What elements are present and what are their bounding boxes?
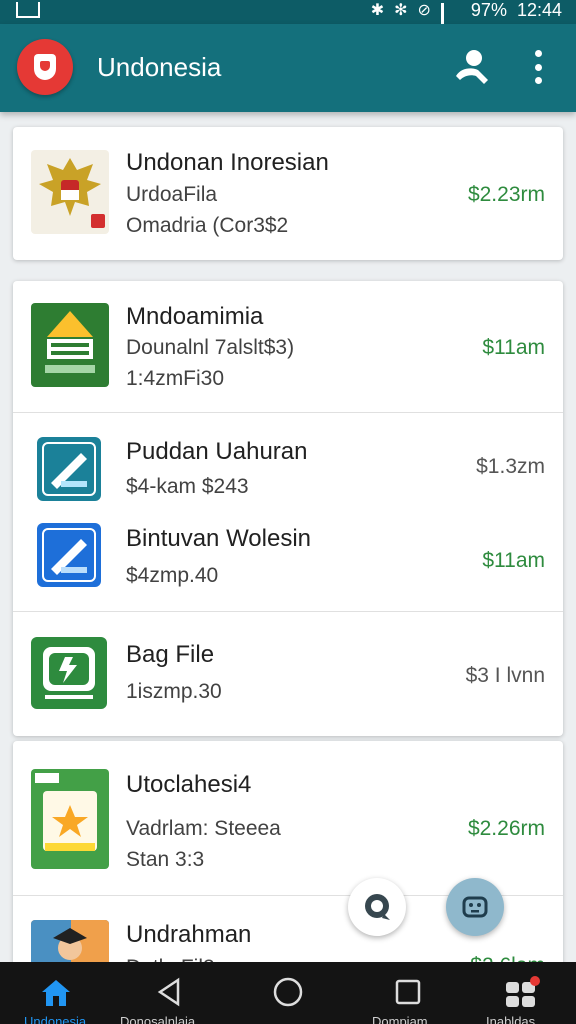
item-subtitle: $4zmp.40 — [126, 564, 219, 587]
back-icon — [157, 977, 180, 1007]
nav-back-label: Donosalnlaia — [120, 1014, 196, 1024]
item-title: Undrahman — [126, 921, 252, 948]
game-button[interactable] — [446, 878, 504, 936]
emblem-thumbnail — [31, 150, 109, 234]
item-price: $1.3zm — [476, 455, 545, 478]
list-item[interactable]: Puddan Uahuran $4-kam $243 $1.3zm — [13, 413, 563, 503]
nav-recents[interactable]: Dompiam — [372, 962, 452, 1024]
clock-text: 12:44 — [516, 0, 562, 20]
item-price: $3 I lvnn — [465, 664, 545, 687]
nav-recents-label: Dompiam — [372, 1014, 428, 1024]
app-logo-icon[interactable] — [17, 39, 73, 95]
nav-back[interactable]: Donosalnlaia — [120, 962, 230, 1024]
item-subtitle: $4-kam $243 — [126, 475, 249, 498]
list-item[interactable]: Bintuvan Wolesin $4zmp.40 $11am — [13, 503, 563, 611]
apps-grid-icon — [506, 976, 540, 1007]
more-icon[interactable] — [528, 50, 548, 84]
list-item[interactable]: Utoclahesi4 Vadrlam: Steeea Stan 3:3 $2.… — [13, 741, 563, 895]
item-title: Mndoamimia — [126, 303, 264, 330]
item-subtitle: 1iszmp.30 — [126, 680, 222, 703]
item-subtitle: Vadrlam: Steeea — [126, 817, 281, 840]
nav-circle-home[interactable] — [272, 962, 306, 1024]
item-detail: Omadria (Cor3$2 — [126, 214, 289, 237]
nav-home[interactable]: Undonesia — [20, 962, 100, 1024]
no-disturb-icon: ⊘ — [417, 2, 431, 19]
item-price: $11am — [482, 549, 545, 572]
card-1: Undonan Inoresian UrdoaFila Omadria (Cor… — [13, 127, 563, 260]
circle-home-icon — [273, 977, 303, 1007]
user-icon[interactable] — [452, 46, 492, 86]
app-bar: Undonesia — [0, 24, 576, 112]
vibrate-icon: ✻ — [394, 2, 408, 19]
badge-thumbnail — [31, 769, 109, 869]
list-item[interactable]: Bag File 1iszmp.30 $3 I lvnn — [13, 612, 563, 736]
battery-text: 97% — [470, 0, 507, 20]
status-bar: ✱ ✻ ⊘ 97% 12:44 — [0, 0, 576, 38]
square-recents-icon — [395, 979, 421, 1005]
app-title: Undonesia — [97, 52, 222, 82]
pen-thumbnail — [37, 523, 101, 587]
chat-button[interactable] — [348, 878, 406, 936]
home-icon — [42, 980, 70, 1006]
item-subtitle: UrdoaFila — [126, 183, 218, 206]
nav-apps[interactable]: Inabldas — [486, 962, 566, 1024]
card-3: Utoclahesi4 Vadrlam: Steeea Stan 3:3 $2.… — [13, 741, 563, 981]
pen-thumbnail — [37, 437, 101, 501]
bluetooth-icon: ✱ — [370, 2, 385, 19]
item-subtitle: Dounalnl 7alslt$3) — [126, 336, 295, 359]
item-price: $11am — [482, 336, 545, 359]
file-thumbnail — [31, 637, 107, 709]
gamepad-icon — [462, 896, 488, 918]
navigation-bar: Undonesia Donosalnlaia Dompiam Inabldas — [0, 962, 576, 1024]
house-thumbnail — [31, 303, 109, 387]
item-title: Utoclahesi4 — [126, 771, 252, 798]
item-price: $2.23rm — [467, 183, 545, 206]
nav-home-label: Undonesia — [24, 1014, 87, 1024]
card-2: Mndoamimia Dounalnl 7alslt$3) 1:4zmFi30 … — [13, 281, 563, 736]
item-title: Puddan Uahuran — [126, 438, 308, 465]
item-price: $2.26rm — [467, 817, 545, 840]
list-item[interactable]: Mndoamimia Dounalnl 7alslt$3) 1:4zmFi30 … — [13, 281, 563, 412]
item-title: Bintuvan Wolesin — [126, 525, 311, 552]
nav-apps-label: Inabldas — [486, 1014, 536, 1024]
image-notification-icon — [16, 2, 40, 18]
signal-icon — [440, 3, 461, 38]
list-item[interactable]: Undonan Inoresian UrdoaFila Omadria (Cor… — [13, 127, 563, 260]
item-detail: Stan 3:3 — [126, 848, 205, 871]
chat-icon — [365, 894, 390, 920]
item-title: Bag File — [126, 641, 215, 668]
item-title: Undonan Inoresian — [126, 149, 329, 176]
item-detail: 1:4zmFi30 — [126, 367, 225, 390]
